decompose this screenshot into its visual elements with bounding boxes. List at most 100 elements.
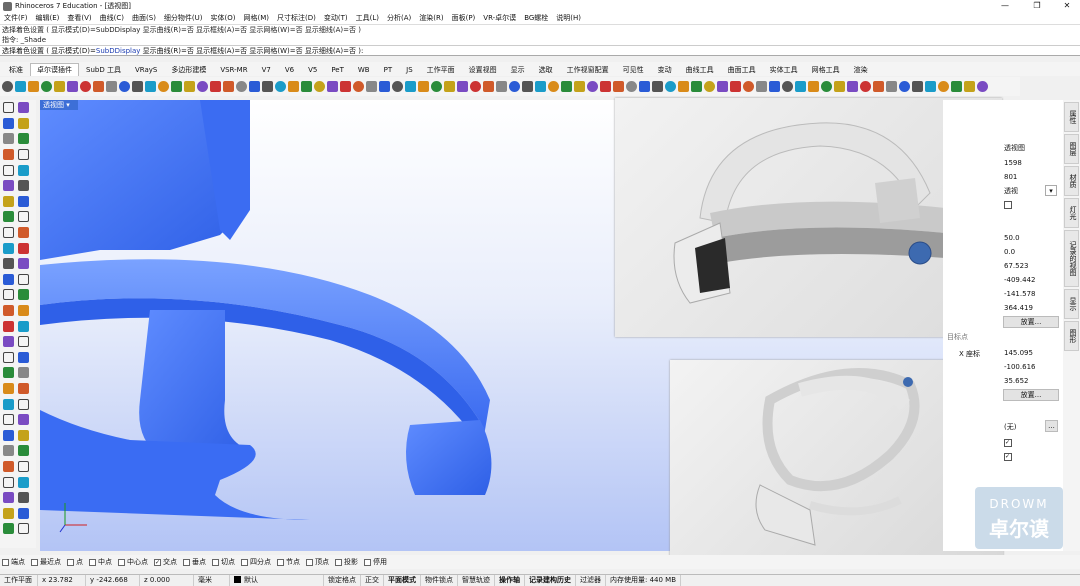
status-toggle[interactable]: 智慧轨迹 bbox=[458, 574, 495, 586]
toolbar-tab[interactable]: 工作平面 bbox=[420, 63, 462, 76]
menu-item[interactable]: 查看(V) bbox=[67, 13, 91, 23]
tool-icon[interactable] bbox=[3, 133, 14, 145]
tool-icon[interactable] bbox=[18, 211, 29, 223]
tool-icon[interactable] bbox=[3, 227, 14, 239]
menu-item[interactable]: 分析(A) bbox=[387, 13, 411, 23]
toolbar-tool-icon[interactable] bbox=[392, 81, 403, 92]
toolbar-tool-icon[interactable] bbox=[548, 81, 559, 92]
osnap-option[interactable]: 中点 bbox=[89, 557, 112, 567]
toolbar-tool-icon[interactable] bbox=[405, 81, 416, 92]
tool-icon[interactable] bbox=[18, 242, 29, 254]
osnap-option[interactable]: 切点 bbox=[212, 557, 235, 567]
toolbar-tool-icon[interactable] bbox=[379, 81, 390, 92]
status-toggle[interactable]: 记录建构历史 bbox=[525, 574, 576, 586]
more-button[interactable]: ... bbox=[1045, 420, 1058, 432]
toolbar-tool-icon[interactable] bbox=[496, 81, 507, 92]
osnap-option[interactable]: 节点 bbox=[277, 557, 300, 567]
toolbar-tab[interactable]: 工作视窗配置 bbox=[560, 63, 616, 76]
toolbar-tool-icon[interactable] bbox=[522, 81, 533, 92]
tool-icon[interactable] bbox=[3, 351, 14, 363]
toolbar-tool-icon[interactable] bbox=[964, 81, 975, 92]
toolbar-tool-icon[interactable] bbox=[561, 81, 572, 92]
property-value[interactable]: 67.523 bbox=[1004, 259, 1029, 273]
osnap-option[interactable]: 点 bbox=[67, 557, 83, 567]
toolbar-tab[interactable]: SubD 工具 bbox=[79, 63, 128, 76]
status-layer[interactable]: 默认 bbox=[230, 574, 324, 586]
menu-item[interactable]: 网格(M) bbox=[244, 13, 270, 23]
tool-icon[interactable] bbox=[18, 273, 29, 285]
place-button[interactable]: 放置... bbox=[1003, 389, 1059, 401]
status-toggle[interactable]: 平面模式 bbox=[384, 574, 421, 586]
toolbar-tool-icon[interactable] bbox=[769, 81, 780, 92]
toolbar-tool-icon[interactable] bbox=[80, 81, 91, 92]
property-value[interactable]: 35.652 bbox=[1004, 374, 1029, 388]
toolbar-tool-icon[interactable] bbox=[236, 81, 247, 92]
status-toggle[interactable]: 物件锁点 bbox=[421, 574, 458, 586]
osnap-option[interactable]: 停用 bbox=[364, 557, 387, 567]
toolbar-tab[interactable]: V5 bbox=[301, 63, 324, 76]
toolbar-tool-icon[interactable] bbox=[873, 81, 884, 92]
menu-item[interactable]: 面板(P) bbox=[452, 13, 476, 23]
toolbar-tab[interactable]: 选取 bbox=[532, 63, 560, 76]
tool-icon[interactable] bbox=[3, 382, 14, 394]
side-tab[interactable]: 图形 bbox=[1064, 321, 1079, 351]
toolbar-tab[interactable]: 曲面工具 bbox=[721, 63, 763, 76]
toolbar-tool-icon[interactable] bbox=[756, 81, 767, 92]
toolbar-tool-icon[interactable] bbox=[301, 81, 312, 92]
tool-icon[interactable] bbox=[3, 460, 14, 472]
close-button[interactable]: ✕ bbox=[1052, 0, 1080, 12]
toolbar-tool-icon[interactable] bbox=[639, 81, 650, 92]
tool-icon[interactable] bbox=[3, 258, 14, 270]
toolbar-tool-icon[interactable] bbox=[444, 81, 455, 92]
toolbar-tool-icon[interactable] bbox=[808, 81, 819, 92]
toolbar-tool-icon[interactable] bbox=[938, 81, 949, 92]
command-mode-option[interactable]: SubDDisplay bbox=[96, 47, 141, 55]
toolbar-tool-icon[interactable] bbox=[158, 81, 169, 92]
minimize-button[interactable]: — bbox=[990, 0, 1020, 12]
toolbar-tool-icon[interactable] bbox=[223, 81, 234, 92]
toolbar-tool-icon[interactable] bbox=[730, 81, 741, 92]
toolbar-tab[interactable]: 多边形建模 bbox=[164, 63, 213, 76]
side-tab[interactable]: 材质 bbox=[1064, 166, 1079, 196]
tool-icon[interactable] bbox=[3, 507, 14, 519]
osnap-option[interactable]: 中心点 bbox=[118, 557, 148, 567]
side-tab[interactable]: 图层 bbox=[1064, 134, 1079, 164]
osnap-checkbox[interactable] bbox=[2, 558, 9, 566]
toolbar-tool-icon[interactable] bbox=[574, 81, 585, 92]
toolbar-tool-icon[interactable] bbox=[2, 81, 13, 92]
property-value[interactable]: (无) bbox=[1004, 420, 1016, 434]
toolbar-tool-icon[interactable] bbox=[327, 81, 338, 92]
toolbar-tab[interactable]: 网格工具 bbox=[805, 63, 847, 76]
toolbar-tool-icon[interactable] bbox=[613, 81, 624, 92]
toolbar-tool-icon[interactable] bbox=[912, 81, 923, 92]
tool-icon[interactable] bbox=[18, 133, 29, 145]
tool-icon[interactable] bbox=[3, 476, 14, 488]
property-value[interactable]: -100.616 bbox=[1004, 360, 1035, 374]
toolbar-tool-icon[interactable] bbox=[821, 81, 832, 92]
toolbar-tool-icon[interactable] bbox=[470, 81, 481, 92]
toolbar-tool-icon[interactable] bbox=[834, 81, 845, 92]
tool-icon[interactable] bbox=[18, 195, 29, 207]
tool-icon[interactable] bbox=[18, 367, 29, 379]
place-button[interactable]: 放置... bbox=[1003, 316, 1059, 328]
tool-icon[interactable] bbox=[3, 414, 14, 426]
osnap-option[interactable]: 垂点 bbox=[183, 557, 206, 567]
status-toggle[interactable]: 正交 bbox=[361, 574, 384, 586]
toolbar-tab[interactable]: 可见性 bbox=[616, 63, 651, 76]
toolbar-tool-icon[interactable] bbox=[366, 81, 377, 92]
toolbar-tool-icon[interactable] bbox=[418, 81, 429, 92]
toolbar-tool-icon[interactable] bbox=[483, 81, 494, 92]
toolbar-tool-icon[interactable] bbox=[535, 81, 546, 92]
tool-icon[interactable] bbox=[18, 382, 29, 394]
toolbar-tab[interactable]: 实体工具 bbox=[763, 63, 805, 76]
tool-icon[interactable] bbox=[18, 398, 29, 410]
toolbar-tool-icon[interactable] bbox=[54, 81, 65, 92]
toolbar-tab[interactable]: VRayS bbox=[128, 63, 164, 76]
property-value[interactable]: 364.419 bbox=[1004, 301, 1033, 315]
menu-item[interactable]: 渲染(R) bbox=[419, 13, 443, 23]
tool-icon[interactable] bbox=[18, 289, 29, 301]
menu-item[interactable]: BG螺栓 bbox=[524, 13, 548, 23]
osnap-option[interactable]: ✓ 交点 bbox=[154, 557, 177, 567]
toolbar-tool-icon[interactable] bbox=[28, 81, 39, 92]
tool-icon[interactable] bbox=[18, 149, 29, 161]
